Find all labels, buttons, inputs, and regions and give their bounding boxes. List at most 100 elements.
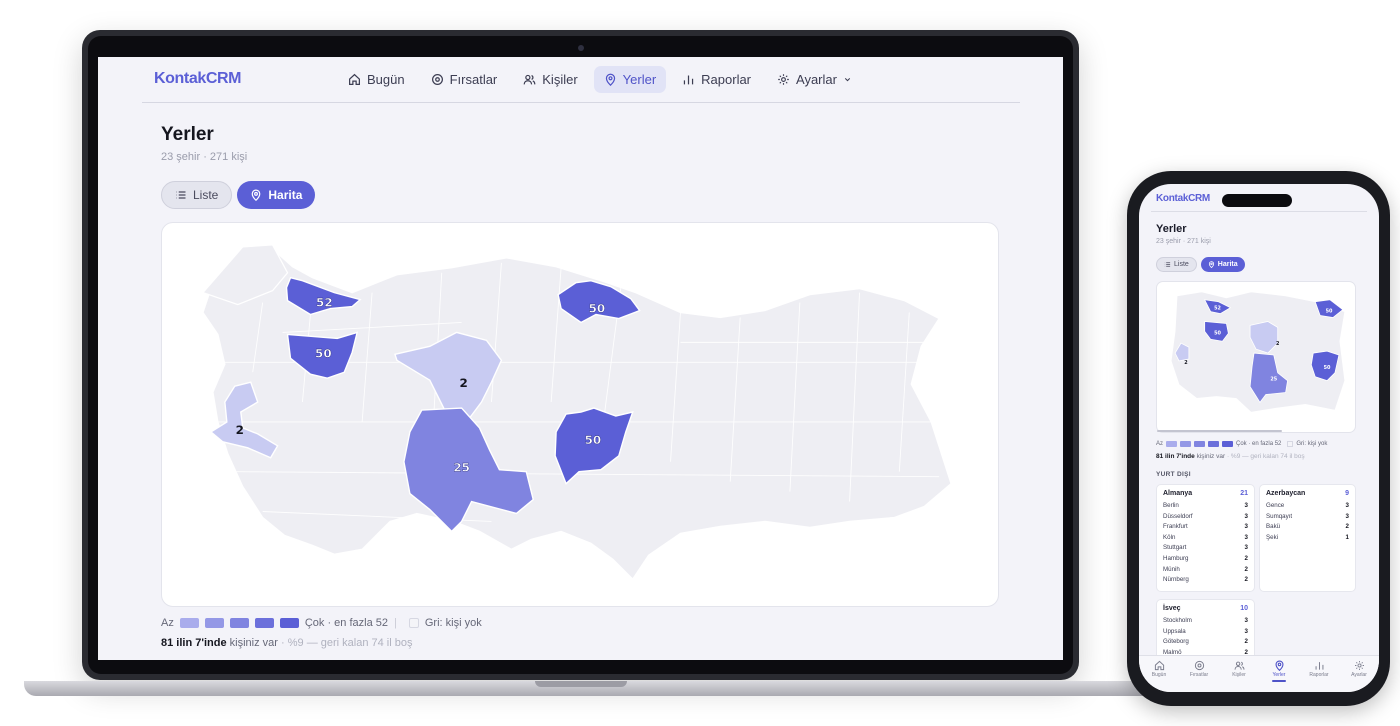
city-row: Göteborg 2	[1163, 637, 1248, 648]
users-icon	[523, 74, 536, 85]
legend-low-label: Az	[161, 617, 174, 629]
map-legend: Az Çok · en fazla 52 | Gri: kişi yok	[161, 617, 482, 629]
home-icon	[349, 73, 360, 85]
tab-ayarlar[interactable]: Ayarlar	[1341, 660, 1377, 692]
map-label-istanbul: 52	[316, 296, 333, 310]
list-icon	[1164, 262, 1171, 267]
nav-item-yerler[interactable]: Yerler	[593, 66, 667, 93]
country-count: 10	[1240, 605, 1248, 612]
city-name: Stockholm	[1163, 617, 1192, 624]
phone-page-title: Yerler	[1156, 223, 1187, 235]
users-icon	[1234, 661, 1244, 670]
city-name: Gence	[1266, 502, 1285, 509]
city-count: 3	[1345, 502, 1349, 509]
turkey-map: 52 50 50 2 2 25 50	[161, 222, 999, 607]
phone-map-label-konya: 25	[1270, 377, 1277, 383]
phone-legend-swatch-1	[1166, 441, 1178, 447]
nav-label: Bugün	[367, 72, 405, 87]
city-row: Frankfurt 3	[1163, 522, 1248, 533]
city-row: Nürnberg 2	[1163, 575, 1248, 586]
country-name: Azerbaycan	[1266, 490, 1306, 497]
phone-view-toggle: Liste Harita	[1156, 257, 1245, 272]
summary-text: kişiniz var	[229, 637, 278, 649]
phone-turkey-map: 52 50 50 2 2 25 50	[1156, 281, 1356, 433]
view-toggle: Liste Harita	[161, 181, 316, 209]
phone-map-view-button[interactable]: Harita	[1200, 257, 1245, 272]
legend-swatch-4	[254, 618, 274, 628]
nav-label: Ayarlar	[796, 72, 837, 87]
city-row: Stockholm 3	[1163, 616, 1248, 627]
tab-label: Raporlar	[1309, 672, 1329, 678]
map-label-samsun: 50	[589, 302, 606, 316]
country-card-almanya[interactable]: Almanya 21 Berlin 3 Düsseldorf 3 Frankfurt 3…	[1156, 484, 1255, 592]
city-count: 2	[1244, 576, 1248, 584]
city-count: 3	[1244, 512, 1248, 520]
tab-yerler[interactable]: Yerler	[1261, 660, 1297, 692]
list-view-label: Liste	[193, 188, 219, 202]
city-count: 2	[1244, 565, 1248, 573]
top-nav: KontakCRM Bugün Fırsatlar Kişiler Yerler…	[98, 57, 1063, 103]
city-count: 3	[1244, 617, 1248, 624]
phone-legend-low-label: Az	[1156, 441, 1164, 447]
phone-list-view-button[interactable]: Liste	[1156, 257, 1197, 272]
nav-item-ayarlar[interactable]: Ayarlar	[767, 66, 862, 93]
laptop-notch	[535, 681, 627, 687]
phone-legend-high-label: Çok · en fazla 52	[1236, 441, 1282, 447]
phone-map-label-kayseri: 50	[1324, 365, 1331, 371]
map-label-konya: 25	[453, 461, 470, 475]
country-count: 21	[1240, 490, 1248, 497]
tab-firsatlar[interactable]: Fırsatlar	[1181, 660, 1217, 692]
phone-coverage-summary: 81 ilin 7'inde kişiniz var · %9 — geri k…	[1156, 453, 1305, 460]
city-name: Şeki	[1266, 533, 1279, 541]
legend-swatch-1	[179, 618, 199, 628]
phone-header-divider	[1151, 211, 1367, 212]
nav-item-kisiler[interactable]: Kişiler	[513, 66, 587, 93]
tab-label: Bugün	[1151, 672, 1167, 678]
nav-label: Fırsatlar	[449, 72, 498, 87]
nav-items: Bugün Fırsatlar Kişiler Yerler Raporlar …	[338, 66, 862, 93]
city-row: Hamburg 2	[1163, 554, 1248, 565]
city-count: 3	[1244, 533, 1248, 541]
page-title: Yerler	[161, 124, 214, 145]
phone-map-svg: 52 50 50 2 2 25 50	[1170, 291, 1346, 413]
city-row: Düsseldorf 3	[1163, 512, 1248, 523]
phone-legend-swatch-3	[1194, 441, 1206, 447]
gear-icon	[778, 74, 789, 85]
city-count: 2	[1244, 554, 1248, 562]
brand-logo[interactable]: KontakCRM	[154, 70, 241, 88]
phone-brand-logo[interactable]: KontakCRM	[1156, 193, 1210, 204]
tab-bugun[interactable]: Bugün	[1141, 660, 1177, 692]
phone-tab-bar: Bugün Fırsatlar Kişiler Yerler Raporlar …	[1139, 655, 1379, 692]
abroad-section-title: YURT DIŞI	[1156, 471, 1191, 478]
summary-bold: 81 ilin 7'inde	[161, 637, 227, 649]
list-icon	[176, 191, 186, 199]
legend-empty-swatch	[408, 618, 419, 628]
tab-kisiler[interactable]: Kişiler	[1221, 660, 1257, 692]
summary-muted: · %9 — geri kalan 74 il boş	[281, 637, 413, 649]
country-card-azerbaycan[interactable]: Azerbaycan 9 Gence 3 Sumqayıt 3 Bakü 2 Şeki 1	[1259, 484, 1356, 592]
map-pin-icon	[1208, 261, 1214, 268]
phone-map-label-bursa: 50	[1214, 330, 1221, 336]
tab-raporlar[interactable]: Raporlar	[1301, 660, 1337, 692]
laptop-screen: KontakCRM Bugün Fırsatlar Kişiler Yerler…	[98, 57, 1063, 660]
city-name: Sumqayıt	[1266, 512, 1293, 520]
phone-map-scrollbar[interactable]	[1157, 430, 1282, 432]
city-row: Berlin 3	[1163, 501, 1248, 512]
phone-frame: KontakCRM Yerler 23 şehir · 271 kişi Lis…	[1127, 171, 1390, 706]
nav-item-firsatlar[interactable]: Fırsatlar	[421, 66, 508, 93]
nav-label: Raporlar	[701, 72, 752, 87]
list-view-button[interactable]: Liste	[161, 181, 233, 209]
city-name: Frankfurt	[1163, 523, 1188, 531]
phone-summary-bold: 81 ilin 7'inde	[1156, 453, 1195, 460]
phone-map-label-istanbul: 52	[1214, 306, 1221, 312]
city-row: Stuttgart 3	[1163, 543, 1248, 554]
legend-empty-label: Gri: kişi yok	[424, 617, 482, 629]
nav-item-raporlar[interactable]: Raporlar	[672, 66, 761, 93]
map-label-ankara: 2	[459, 376, 467, 390]
phone-map-view-label: Harita	[1217, 261, 1238, 268]
nav-item-bugun[interactable]: Bugün	[338, 66, 415, 93]
country-card-isvec[interactable]: İsveç 10 Stockholm 3 Uppsala 3 Göteborg 2 Ma…	[1156, 599, 1255, 661]
city-name: Köln	[1163, 533, 1176, 541]
map-view-button[interactable]: Harita	[237, 181, 316, 209]
city-name: Düsseldorf	[1163, 512, 1193, 520]
